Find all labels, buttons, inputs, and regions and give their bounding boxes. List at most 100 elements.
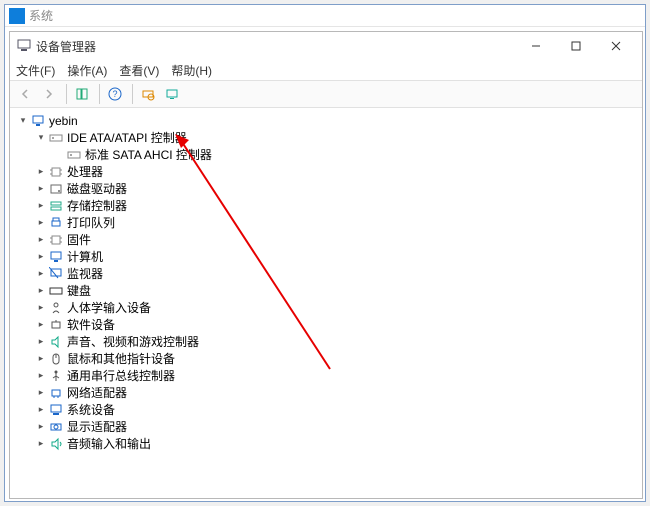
show-hide-console-tree-button[interactable] <box>71 83 93 105</box>
tree-item-label: 声音、视频和游戏控制器 <box>67 333 199 350</box>
tree-item-label: 系统设备 <box>67 401 115 418</box>
menu-help[interactable]: 帮助(H) <box>171 62 212 79</box>
svg-text:?: ? <box>112 89 117 99</box>
chevron-right-icon[interactable]: ▸ <box>34 233 48 247</box>
chevron-right-icon[interactable]: ▸ <box>34 267 48 281</box>
sw-icon <box>48 317 64 333</box>
tree-item[interactable]: ▸ 存储控制器 <box>12 197 640 214</box>
back-button[interactable] <box>14 83 36 105</box>
tree-item[interactable]: ▸ 系统设备 <box>12 401 640 418</box>
outer-window-title: 系统 <box>29 7 641 24</box>
tree-item[interactable]: ▸ 人体学输入设备 <box>12 299 640 316</box>
chip-icon <box>48 232 64 248</box>
outer-title-bar[interactable]: 系统 <box>5 5 645 27</box>
chevron-right-icon[interactable]: ▸ <box>34 386 48 400</box>
monitor-icon <box>48 249 64 265</box>
chevron-right-icon[interactable]: ▸ <box>34 182 48 196</box>
audio-icon <box>48 436 64 452</box>
tree-item-label: 处理器 <box>67 163 103 180</box>
chevron-right-icon[interactable]: ▸ <box>34 352 48 366</box>
tree-item[interactable]: ▸ 声音、视频和游戏控制器 <box>12 333 640 350</box>
tree-item-sata-ahci[interactable]: 标准 SATA AHCI 控制器 <box>12 146 640 163</box>
device-manager-icon <box>16 38 32 54</box>
toolbar: ? <box>10 80 642 108</box>
sys-icon <box>48 402 64 418</box>
tree-item-label: 键盘 <box>67 282 91 299</box>
toolbar-separator <box>99 84 100 104</box>
hdd-icon <box>48 181 64 197</box>
chevron-right-icon[interactable]: ▸ <box>34 199 48 213</box>
chevron-down-icon[interactable]: ▾ <box>34 131 48 145</box>
tree-item[interactable]: ▸ 鼠标和其他指针设备 <box>12 350 640 367</box>
chevron-right-icon[interactable]: ▸ <box>34 420 48 434</box>
toolbar-separator <box>66 84 67 104</box>
toolbar-separator <box>132 84 133 104</box>
tree-item-label: 标准 SATA AHCI 控制器 <box>85 146 212 163</box>
tree-root-label: yebin <box>49 114 78 128</box>
tree-root[interactable]: ▾ yebin <box>12 112 640 129</box>
chevron-right-icon[interactable]: ▸ <box>34 301 48 315</box>
tree-item-label: 监视器 <box>67 265 103 282</box>
tree-item-label: 固件 <box>67 231 91 248</box>
inner-title-bar[interactable]: 设备管理器 <box>10 32 642 60</box>
chevron-right-icon[interactable]: ▸ <box>34 284 48 298</box>
tree-item[interactable]: ▸ 显示适配器 <box>12 418 640 435</box>
chevron-right-icon[interactable]: ▸ <box>34 335 48 349</box>
display-icon <box>48 266 64 282</box>
chip-icon <box>48 164 64 180</box>
system-window: 系统 设备管理器 文件(F) 操作(A) 查看(V) 帮助(H) <box>4 4 646 502</box>
minimize-button[interactable] <box>516 34 556 58</box>
ide-controller-icon <box>66 147 82 163</box>
hid-icon <box>48 300 64 316</box>
chevron-right-icon[interactable]: ▸ <box>34 403 48 417</box>
chevron-right-icon[interactable]: ▸ <box>34 250 48 264</box>
tree-item[interactable]: ▸ 固件 <box>12 231 640 248</box>
tree-item-ide-controllers[interactable]: ▾ IDE ATA/ATAPI 控制器 <box>12 129 640 146</box>
device-manager-window: 设备管理器 文件(F) 操作(A) 查看(V) 帮助(H) ? <box>9 31 643 499</box>
ide-controller-icon <box>48 130 64 146</box>
tree-item-label: 磁盘驱动器 <box>67 180 127 197</box>
tree-item-label: 通用串行总线控制器 <box>67 367 175 384</box>
tree-item[interactable]: ▸音频输入和输出 <box>12 435 640 452</box>
tree-item[interactable]: ▸ 软件设备 <box>12 316 640 333</box>
forward-button[interactable] <box>38 83 60 105</box>
tree-item-label: 存储控制器 <box>67 197 127 214</box>
tree-item[interactable]: ▸ 计算机 <box>12 248 640 265</box>
computer-icon <box>30 113 46 129</box>
scan-hardware-button[interactable] <box>137 83 159 105</box>
keyboard-icon <box>48 283 64 299</box>
tree-item[interactable]: ▸ 网络适配器 <box>12 384 640 401</box>
inner-window-title: 设备管理器 <box>36 38 516 55</box>
tree-item-label: 鼠标和其他指针设备 <box>67 350 175 367</box>
tree-item[interactable]: ▸ 通用串行总线控制器 <box>12 367 640 384</box>
tree-item[interactable]: ▸ 处理器 <box>12 163 640 180</box>
tree-item[interactable]: ▸ 键盘 <box>12 282 640 299</box>
tree-item-label: 显示适配器 <box>67 418 127 435</box>
tree-item[interactable]: ▸ 监视器 <box>12 265 640 282</box>
system-icon <box>9 8 25 24</box>
chevron-right-icon[interactable]: ▸ <box>34 165 48 179</box>
help-button[interactable]: ? <box>104 83 126 105</box>
devices-and-printers-button[interactable] <box>161 83 183 105</box>
tree-item-label: 网络适配器 <box>67 384 127 401</box>
chevron-right-icon[interactable]: ▸ <box>34 318 48 332</box>
tree-item[interactable]: ▸打印队列 <box>12 214 640 231</box>
menu-view[interactable]: 查看(V) <box>119 62 159 79</box>
printer-icon <box>48 215 64 231</box>
maximize-button[interactable] <box>556 34 596 58</box>
chevron-right-icon[interactable]: ▸ <box>34 216 48 230</box>
gpu-icon <box>48 419 64 435</box>
chevron-right-icon[interactable]: ▸ <box>34 437 48 451</box>
sound-icon <box>48 334 64 350</box>
chevron-right-icon[interactable]: ▸ <box>34 369 48 383</box>
tree-item-label: 人体学输入设备 <box>67 299 151 316</box>
tree-item-label: 计算机 <box>67 248 103 265</box>
tree-item-label: 软件设备 <box>67 316 115 333</box>
close-button[interactable] <box>596 34 636 58</box>
device-tree[interactable]: ▾ yebin ▾ IDE ATA/ATAPI 控制器 标准 SATA AHCI… <box>10 108 642 498</box>
mouse-icon <box>48 351 64 367</box>
menu-action[interactable]: 操作(A) <box>67 62 107 79</box>
tree-item[interactable]: ▸ 磁盘驱动器 <box>12 180 640 197</box>
menu-file[interactable]: 文件(F) <box>16 62 55 79</box>
chevron-down-icon[interactable]: ▾ <box>16 114 30 128</box>
